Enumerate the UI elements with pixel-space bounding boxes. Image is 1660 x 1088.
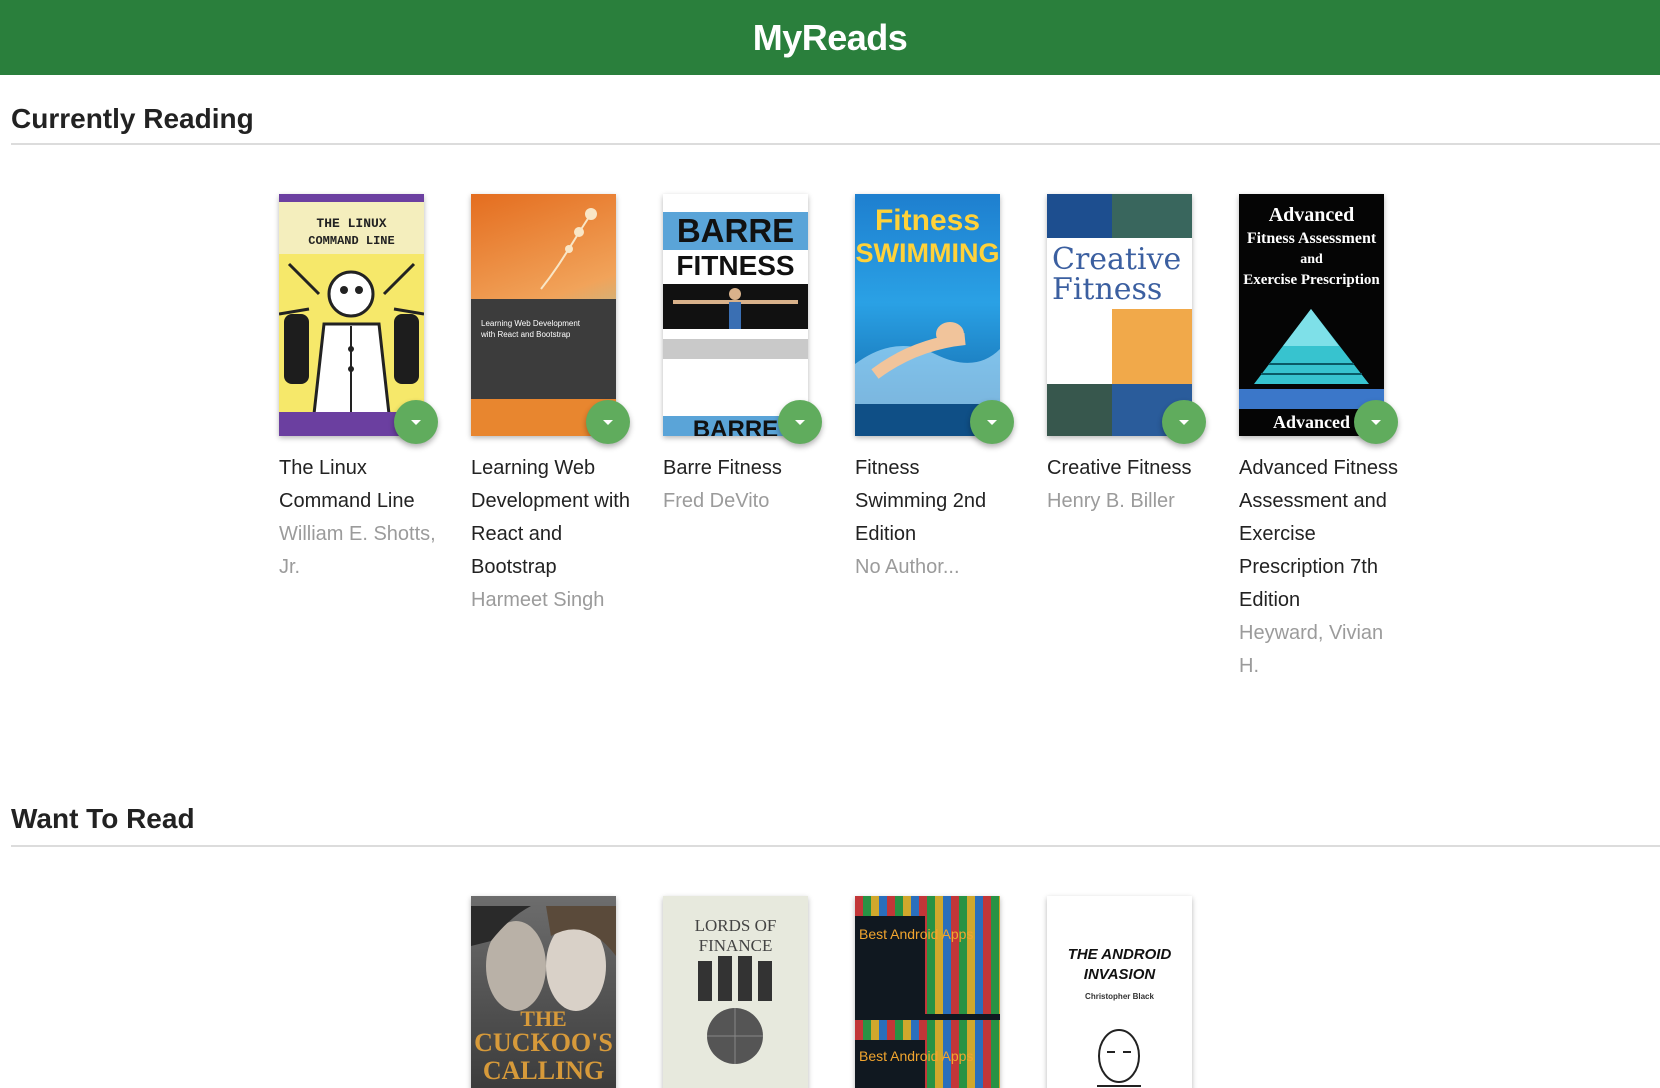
caret-down-icon: [1371, 419, 1381, 425]
shelf-changer-button[interactable]: [586, 400, 630, 444]
book-authors: William E. Shotts, Jr.: [279, 523, 436, 578]
book-title: Advanced Fitness Assessment and Exercise…: [1239, 452, 1399, 683]
book-authors: Fred DeVito: [663, 490, 770, 512]
book-cover[interactable]: Advanced Fitness Assessment and Exercise…: [1239, 194, 1384, 436]
book-title-text: Creative Fitness: [1047, 457, 1192, 479]
book-cover[interactable]: Best Android Apps Best Android Apps: [855, 896, 1000, 1088]
book-title: Barre Fitness Fred DeVito: [663, 452, 823, 518]
shelf-changer-button[interactable]: [970, 400, 1014, 444]
book-cover[interactable]: BARRE FITNESS BARRE: [663, 194, 808, 436]
book-authors: Henry B. Biller: [1047, 490, 1175, 512]
book-authors: Harmeet Singh: [471, 589, 605, 611]
shelf-changer-button[interactable]: [1162, 400, 1206, 444]
book-title-text: Barre Fitness: [663, 457, 782, 479]
book-authors: No Author...: [855, 556, 960, 578]
book-cover[interactable]: Creative Fitness: [1047, 194, 1192, 436]
shelf-title: Currently Reading: [11, 103, 254, 134]
book-title-text: Fitness Swimming 2nd Edition: [855, 457, 987, 545]
book-title-text: The Linux Command Line: [279, 457, 415, 512]
shelf-divider: [11, 845, 1660, 847]
book-authors: Heyward, Vivian H.: [1239, 622, 1384, 677]
book-title-text: Learning Web Development with React and …: [471, 457, 630, 578]
book-cover[interactable]: Fitness SWIMMING: [855, 194, 1000, 436]
book-cover[interactable]: LORDS OF FINANCE: [663, 896, 808, 1088]
shelf-changer-button[interactable]: [778, 400, 822, 444]
book-title: The Linux Command Line William E. Shotts…: [279, 452, 439, 584]
book-cover[interactable]: THE CUCKOO'S CALLING: [471, 896, 616, 1088]
caret-down-icon: [1179, 419, 1189, 425]
caret-down-icon: [987, 419, 997, 425]
book-cover[interactable]: Learning Web Development with React and …: [471, 194, 616, 436]
book-title: Fitness Swimming 2nd Edition No Author..…: [855, 452, 1015, 584]
book-title: Creative Fitness Henry B. Biller: [1047, 452, 1207, 518]
caret-down-icon: [603, 419, 613, 425]
app-title: MyReads: [752, 16, 908, 58]
shelf-title: Want To Read: [11, 803, 195, 834]
book-title: Learning Web Development with React and …: [471, 452, 631, 617]
book-title-text: Advanced Fitness Assessment and Exercise…: [1239, 457, 1398, 611]
book-cover[interactable]: THE ANDROID INVASION Christopher Black: [1047, 896, 1192, 1088]
app-header: MyReads: [0, 0, 1660, 75]
shelf-changer-button[interactable]: [1354, 400, 1398, 444]
caret-down-icon: [411, 419, 421, 425]
shelf-changer-button[interactable]: [394, 400, 438, 444]
caret-down-icon: [795, 419, 805, 425]
shelf-divider: [11, 143, 1660, 145]
book-cover[interactable]: THE LINUX COMMAND LINE: [279, 194, 424, 436]
